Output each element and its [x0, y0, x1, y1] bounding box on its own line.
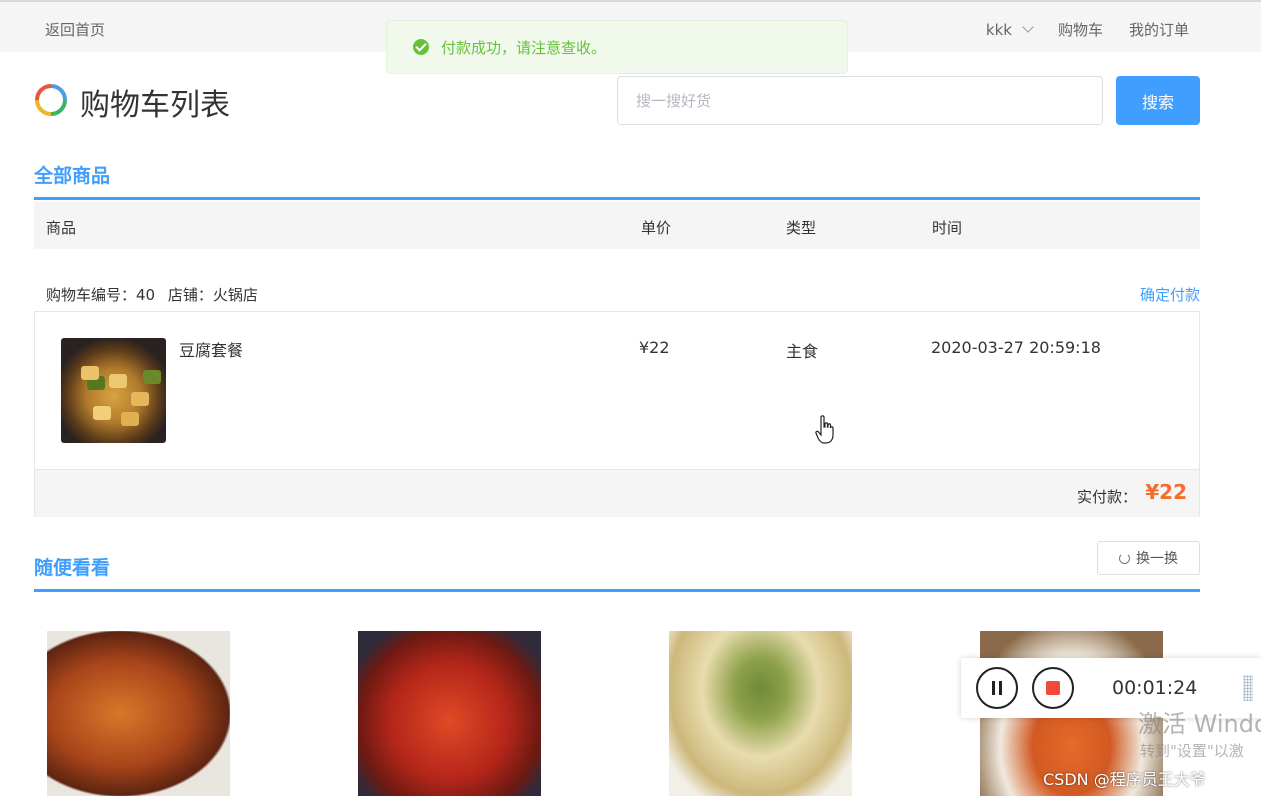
user-menu[interactable]: kkk	[985, 20, 1034, 39]
product-card-image[interactable]	[358, 631, 541, 796]
cart-link[interactable]: 购物车	[1058, 19, 1103, 40]
toast-message: 付款成功，请注意查收。	[441, 38, 607, 57]
cart-item-card: 豆腐套餐 ¥22 主食 2020-03-27 20:59:18 实付款： ¥22	[34, 311, 1200, 517]
back-home-link[interactable]: 返回首页	[45, 19, 105, 40]
column-header-type: 类型	[786, 219, 817, 237]
product-type: 主食	[786, 342, 819, 361]
csdn-watermark: CSDN @程序员王大爷	[1043, 770, 1206, 789]
my-orders-link[interactable]: 我的订单	[1129, 19, 1189, 40]
windows-activation-watermark: 激活 Windo	[1138, 710, 1261, 738]
product-image[interactable]	[61, 338, 166, 443]
confirm-pay-link[interactable]: 确定付款	[1140, 284, 1200, 305]
windows-activation-hint: 转到"设置"以激	[1140, 742, 1244, 760]
top-nav-right: kkk 购物车 我的订单	[986, 19, 1189, 40]
logo-icon	[35, 84, 67, 116]
pause-button[interactable]	[976, 667, 1018, 709]
column-header-time: 时间	[932, 219, 963, 237]
shop-name: 火锅店	[212, 286, 258, 304]
product-name[interactable]: 豆腐套餐	[179, 337, 243, 361]
success-toast: 付款成功，请注意查收。	[386, 20, 848, 74]
section-divider	[34, 197, 1200, 200]
table-row: 豆腐套餐 ¥22 主食 2020-03-27 20:59:18	[35, 312, 1199, 469]
section-title-browse: 随便看看	[34, 557, 111, 579]
product-price: ¥22	[639, 338, 670, 357]
drag-handle-icon[interactable]	[1243, 675, 1253, 701]
cart-number-label: 购物车编号：	[46, 286, 137, 304]
shop-label: 店铺：	[167, 286, 213, 304]
stop-button[interactable]	[1032, 667, 1074, 709]
search-button[interactable]: 搜索	[1116, 76, 1200, 125]
cart-footer: 实付款： ¥22	[35, 469, 1199, 517]
username: kkk	[985, 20, 1012, 39]
paid-amount: ¥22	[1145, 480, 1187, 504]
hand-pointer-icon	[815, 415, 834, 444]
check-circle-icon	[413, 39, 429, 55]
product-card-image[interactable]	[669, 631, 852, 796]
page-title: 购物车列表	[80, 88, 230, 123]
refresh-icon	[1119, 552, 1130, 564]
refresh-button[interactable]: 换一换	[1097, 541, 1200, 575]
refresh-button-label: 换一换	[1136, 551, 1178, 567]
search-input[interactable]	[617, 76, 1103, 125]
section-divider	[34, 589, 1200, 592]
table-header: 商品 单价 类型 时间	[34, 202, 1200, 249]
product-time: 2020-03-27 20:59:18	[931, 338, 1101, 357]
recording-timer: 00:01:24	[1112, 677, 1198, 699]
column-header-price: 单价	[641, 219, 672, 237]
paid-label: 实付款：	[1076, 488, 1137, 506]
chevron-down-icon	[1022, 21, 1034, 33]
product-card-image[interactable]	[47, 631, 230, 796]
section-title-all-goods: 全部商品	[34, 165, 111, 187]
column-header-goods: 商品	[46, 219, 77, 237]
cart-number: 40	[136, 286, 156, 304]
cart-meta: 购物车编号：40 店铺：火锅店	[46, 284, 258, 305]
